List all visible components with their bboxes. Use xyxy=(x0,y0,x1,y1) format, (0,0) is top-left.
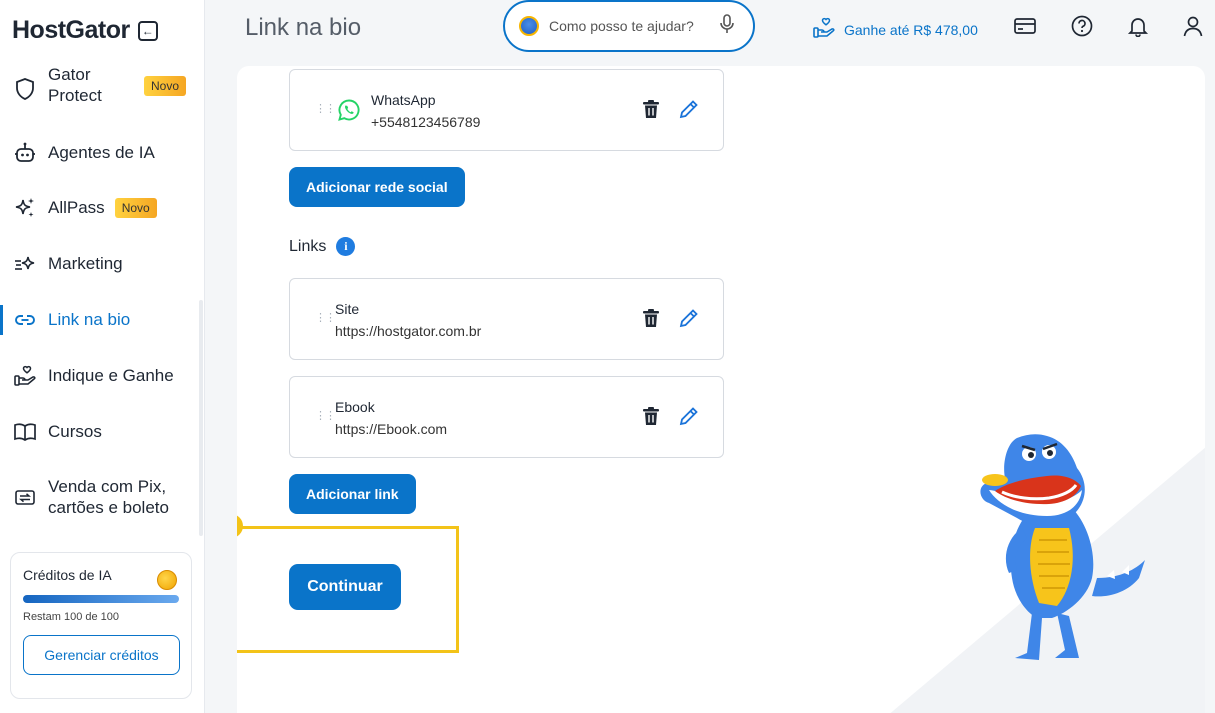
page-title: Link na bio xyxy=(245,14,362,41)
hand-heart-icon xyxy=(12,363,38,389)
notifications-bell-icon[interactable] xyxy=(1125,13,1151,39)
gator-assistant-icon xyxy=(519,16,539,36)
logo-row: HostGator ← xyxy=(12,16,158,45)
link-item-card: ⋮⋮ Site https://hostgator.com.br xyxy=(289,278,724,360)
link-item-card: ⋮⋮ Ebook https://Ebook.com xyxy=(289,376,724,458)
sidebar-item-label: Indique e Ganhe xyxy=(48,366,174,385)
sidebar-item-label: Venda com Pix, cartões e boleto xyxy=(48,477,169,517)
social-item-value: +5548123456789 xyxy=(371,114,481,130)
ai-credits-card: Créditos de IA Restam 100 de 100 Gerenci… xyxy=(10,552,192,699)
credits-progress-bar xyxy=(23,595,179,603)
sidebar-item-label: AllPass xyxy=(48,198,105,217)
hostgator-logo[interactable]: HostGator xyxy=(12,16,130,45)
drag-handle-icon[interactable]: ⋮⋮ xyxy=(315,313,336,324)
marketing-sparkle-icon xyxy=(12,251,38,277)
credits-remaining: Restam 100 de 100 xyxy=(23,611,120,623)
billing-card-icon[interactable] xyxy=(1012,13,1038,39)
drag-handle-icon[interactable]: ⋮⋮ xyxy=(315,104,336,115)
drag-handle-icon[interactable]: ⋮⋮ xyxy=(315,411,336,422)
ai-credits-title: Créditos de IA xyxy=(23,567,112,583)
main-content: ⋮⋮ WhatsApp +5548123456789 Adicionar red… xyxy=(237,66,1205,713)
earn-label: Ganhe até R$ 478,00 xyxy=(844,21,978,38)
edit-pencil-icon[interactable] xyxy=(678,307,700,329)
help-icon[interactable] xyxy=(1069,13,1095,39)
sidebar-item-marketing[interactable]: Marketing xyxy=(0,251,123,277)
shield-icon xyxy=(12,76,38,102)
exchange-icon xyxy=(12,484,38,510)
gator-mascot-illustration xyxy=(980,434,1145,660)
info-icon[interactable]: i xyxy=(336,237,356,256)
edit-pencil-icon[interactable] xyxy=(678,405,700,427)
sidebar-item-allpass[interactable]: AllPass Novo xyxy=(0,195,157,221)
sparkles-icon xyxy=(12,195,38,221)
robot-icon xyxy=(12,140,38,166)
add-social-network-button[interactable]: Adicionar rede social xyxy=(289,167,465,207)
link-item-title: Ebook xyxy=(335,399,375,415)
sidebar-item-label: Marketing xyxy=(48,254,123,273)
sidebar-item-cursos[interactable]: Cursos xyxy=(0,419,102,445)
link-icon xyxy=(12,307,38,333)
search-input[interactable] xyxy=(549,18,709,34)
add-link-button[interactable]: Adicionar link xyxy=(289,474,416,514)
sidebar-item-gator-protect[interactable]: Gator Protect Novo xyxy=(0,65,205,112)
link-item-url: https://hostgator.com.br xyxy=(335,323,482,339)
whatsapp-icon xyxy=(337,98,361,127)
sidebar-scrollbar[interactable] xyxy=(199,300,203,536)
hand-heart-icon xyxy=(812,17,836,42)
sidebar-item-label: Cursos xyxy=(48,422,102,441)
book-icon xyxy=(12,419,38,445)
help-search-box[interactable] xyxy=(503,0,755,52)
links-section-header: Links i xyxy=(289,237,356,256)
sidebar: HostGator ← Gator Protect Novo Agentes d… xyxy=(0,0,205,713)
new-badge: Novo xyxy=(114,198,157,218)
links-section-title: Links xyxy=(289,237,327,255)
sidebar-item-venda-pix[interactable]: Venda com Pix, cartões e boleto xyxy=(0,474,188,520)
sidebar-nav: Gator Protect Novo Agentes de IA AllPass… xyxy=(0,65,205,517)
user-account-icon[interactable] xyxy=(1180,13,1206,39)
delete-trash-icon[interactable] xyxy=(640,98,662,120)
sidebar-item-agentes-ia[interactable]: Agentes de IA xyxy=(0,140,155,166)
sidebar-item-indique-e-ganhe[interactable]: Indique e Ganhe xyxy=(0,363,174,389)
continue-button[interactable]: Continuar xyxy=(289,564,401,610)
collapse-sidebar-icon[interactable]: ← xyxy=(137,20,158,41)
sidebar-item-label: Agentes de IA xyxy=(48,143,155,162)
link-item-title: Site xyxy=(335,301,360,317)
new-badge: Novo xyxy=(144,76,187,96)
social-item-title: WhatsApp xyxy=(371,92,436,108)
social-item-card: ⋮⋮ WhatsApp +5548123456789 xyxy=(289,69,724,151)
delete-trash-icon[interactable] xyxy=(640,405,662,427)
delete-trash-icon[interactable] xyxy=(640,307,662,329)
sidebar-item-link-na-bio[interactable]: Link na bio xyxy=(0,305,131,335)
edit-pencil-icon[interactable] xyxy=(678,98,700,120)
sidebar-item-label: Gator Protect xyxy=(48,65,102,105)
referral-earn-link[interactable]: Ganhe até R$ 478,00 xyxy=(812,17,978,42)
sidebar-item-label: Link na bio xyxy=(48,310,131,329)
link-item-url: https://Ebook.com xyxy=(335,421,448,437)
microphone-icon[interactable] xyxy=(719,13,735,39)
manage-credits-button[interactable]: Gerenciar créditos xyxy=(23,635,180,675)
top-header: Link na bio Ganhe até R$ 478,00 xyxy=(206,0,1215,56)
coin-icon xyxy=(157,570,177,590)
